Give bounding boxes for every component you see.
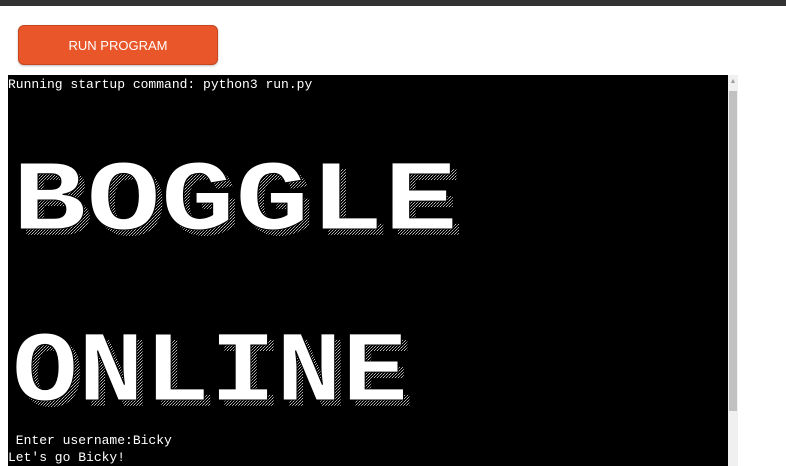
online-ascii-banner: ONLINE ONLINE (12, 318, 415, 419)
run-program-label: RUN PROGRAM (68, 37, 168, 53)
username-prompt-line: Enter username:Bicky (8, 433, 172, 448)
top-bar (0, 0, 786, 6)
scrollbar-thumb[interactable] (729, 91, 737, 411)
scroll-up-arrow-icon[interactable]: ▲ (728, 75, 738, 89)
welcome-line: Let's go Bicky! (8, 450, 126, 465)
terminal-scrollbar[interactable]: ▲ (728, 75, 738, 466)
startup-command-line: Running startup command: python3 run.py (8, 77, 313, 92)
terminal[interactable]: Running startup command: python3 run.py … (8, 75, 728, 466)
svg-text:ONLINE: ONLINE (12, 318, 408, 418)
run-program-button[interactable]: RUN PROGRAM (18, 25, 218, 65)
boggle-ascii-banner: BOGGLE BOGGLE (12, 147, 465, 250)
svg-text:BOGGLE: BOGGLE (12, 147, 458, 249)
